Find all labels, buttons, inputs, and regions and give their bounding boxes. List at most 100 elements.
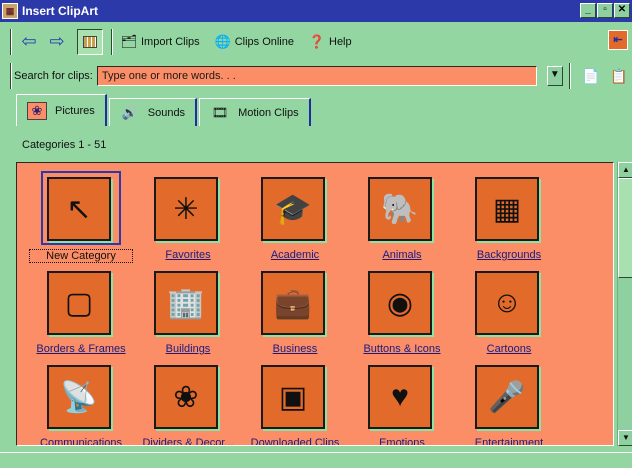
satellite-dish-icon: 📡 [60, 380, 98, 414]
status-bar [0, 452, 632, 468]
category-thumbnail[interactable]: ◉ [368, 271, 432, 335]
category-item[interactable]: ☺ Cartoons [457, 267, 561, 361]
copy-icon[interactable]: 📄 [580, 65, 602, 87]
close-button[interactable]: ✕ [614, 3, 630, 18]
category-thumbnail[interactable]: ▣ [261, 365, 325, 429]
search-input[interactable] [96, 66, 537, 86]
category-thumbnail[interactable]: ▢ [47, 271, 111, 335]
category-thumbnail[interactable]: 🐘 [368, 177, 432, 241]
category-item[interactable]: ▢ Borders & Frames [29, 267, 133, 361]
category-item[interactable]: ◉ Buttons & Icons [350, 267, 454, 361]
category-label[interactable]: Buttons & Icons [350, 343, 454, 355]
category-item[interactable]: ✳ Favorites [136, 173, 240, 267]
category-label[interactable]: Dividers & Decor... [136, 437, 240, 445]
category-label[interactable]: Cartoons [457, 343, 561, 355]
film-icon: 🎞 [211, 104, 229, 120]
category-item[interactable]: 🏢 Buildings [136, 267, 240, 361]
category-thumbnail[interactable]: 💼 [261, 271, 325, 335]
title-bar: ▦ Insert ClipArt _ ▫ ✕ [0, 0, 632, 22]
import-clips-button[interactable]: 🗂 Import Clips [116, 29, 204, 55]
category-item[interactable]: 🎓 Academic [243, 173, 347, 267]
tab-label: Pictures [55, 104, 95, 117]
import-clips-label: Import Clips [141, 36, 200, 48]
category-thumbnail[interactable]: ♥ [368, 365, 432, 429]
category-label[interactable]: Animals [350, 249, 454, 261]
globe-icon: 🌐 [214, 34, 231, 49]
star-icon: ✳ [173, 192, 199, 226]
category-item[interactable]: 🎤 Entertainment [457, 361, 561, 445]
change-to-small-window-button[interactable]: ⇤ [608, 30, 628, 50]
grid-icon [83, 36, 97, 48]
insert-clipart-window: ▦ Insert ClipArt _ ▫ ✕ ⇦ ⇨ 🗂 Import Clip… [0, 0, 632, 468]
elephant-icon: 🐘 [381, 192, 419, 226]
category-label[interactable]: Buildings [136, 343, 240, 355]
category-thumbnail[interactable]: 🎤 [475, 365, 539, 429]
toolbar-divider [111, 29, 113, 55]
category-thumbnail[interactable]: ✳ [154, 177, 218, 241]
category-label[interactable]: Favorites [136, 249, 240, 261]
window-title: Insert ClipArt [22, 4, 99, 18]
category-label[interactable]: Academic [243, 249, 347, 261]
vertical-scrollbar[interactable]: ▲ ▼ [617, 162, 632, 446]
category-item[interactable]: ▦ Backgrounds [457, 173, 561, 267]
import-icon: 🗂 [120, 34, 138, 49]
category-thumbnail[interactable]: ❀ [154, 365, 218, 429]
category-label[interactable]: Backgrounds [457, 249, 561, 261]
divider-icon: ❀ [173, 380, 199, 414]
scroll-thumb[interactable] [618, 178, 632, 278]
category-label[interactable]: Business [243, 343, 347, 355]
all-categories-button[interactable] [77, 29, 103, 55]
help-button[interactable]: ❓ Help [304, 29, 356, 55]
tab-sounds[interactable]: 🔊 Sounds [108, 98, 198, 126]
picture-icon: ❀ [27, 101, 47, 120]
search-row: Search for clips: ▼ 📄 📋 [0, 62, 632, 90]
category-thumbnail[interactable]: 🏢 [154, 271, 218, 335]
category-item[interactable]: ▣ Downloaded Clips [243, 361, 347, 445]
category-item[interactable]: ↖ New Category [29, 171, 133, 267]
back-button[interactable]: ⇦ [15, 29, 43, 55]
clips-collage-icon: ▣ [278, 380, 308, 414]
category-label[interactable]: Entertainment [457, 437, 561, 445]
briefcase-icon: 💼 [274, 286, 312, 320]
scroll-down-button[interactable]: ▼ [618, 430, 632, 446]
category-item[interactable]: 🐘 Animals [350, 173, 454, 267]
microphone-icon: 🎤 [488, 380, 526, 414]
clips-online-label: Clips Online [234, 36, 294, 48]
category-item[interactable]: 📡 Communications [29, 361, 133, 445]
category-label[interactable]: Emotions [350, 437, 454, 445]
new-category-icon: ↖ [66, 192, 92, 226]
cartoon-icon: ☺ [491, 286, 523, 319]
category-label[interactable]: New Category [29, 249, 133, 263]
category-thumbnail[interactable]: 📡 [47, 365, 111, 429]
category-thumbnail[interactable]: 🎓 [261, 177, 325, 241]
search-dropdown-button[interactable]: ▼ [546, 66, 563, 86]
pattern-icon: ▦ [492, 192, 522, 226]
restore-button[interactable]: ▫ [597, 3, 613, 18]
toolbar-divider [10, 29, 12, 55]
button-icon: ◉ [386, 286, 414, 320]
clips-online-button[interactable]: 🌐 Clips Online [210, 29, 298, 55]
help-icon: ❓ [308, 34, 326, 49]
category-item[interactable]: ♥ Emotions [350, 361, 454, 445]
category-label[interactable]: Communications [29, 437, 133, 445]
category-thumbnail[interactable]: ↖ [47, 177, 111, 241]
faces-heart-icon: ♥ [391, 380, 409, 413]
tab-motion-clips[interactable]: 🎞 Motion Clips [199, 98, 311, 126]
category-label[interactable]: Borders & Frames [29, 343, 133, 355]
search-label: Search for clips: [14, 70, 93, 82]
tab-label: Sounds [147, 106, 186, 119]
minimize-button[interactable]: _ [580, 3, 596, 18]
search-divider [568, 63, 571, 89]
search-divider [10, 63, 12, 89]
category-label[interactable]: Downloaded Clips [243, 437, 347, 445]
category-gallery: ↖ New Category ✳ Favorites 🎓 Academic 🐘 Animals… [16, 162, 614, 446]
help-label: Help [329, 36, 352, 48]
tab-pictures[interactable]: ❀ Pictures [16, 94, 107, 126]
forward-button[interactable]: ⇨ [43, 29, 71, 55]
category-thumbnail[interactable]: ▦ [475, 177, 539, 241]
category-item[interactable]: 💼 Business [243, 267, 347, 361]
paste-icon[interactable]: 📋 [608, 65, 630, 87]
category-thumbnail[interactable]: ☺ [475, 271, 539, 335]
scroll-up-button[interactable]: ▲ [618, 162, 632, 178]
category-item[interactable]: ❀ Dividers & Decor... [136, 361, 240, 445]
